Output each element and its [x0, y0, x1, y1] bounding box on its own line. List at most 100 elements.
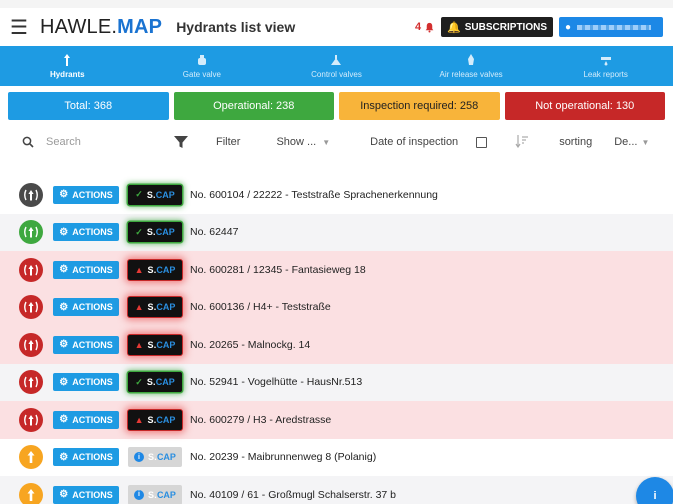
- hydrant-status-icon: [19, 407, 43, 432]
- hydrant-title: No. 52941 - Vogelhütte - HausNr.513: [190, 376, 363, 389]
- scap-status-badge[interactable]: ▲ S.CAP: [128, 297, 182, 318]
- scap-label: S.CAP: [148, 415, 176, 425]
- hydrant-icon: [64, 54, 71, 66]
- chevron-down-icon: ▼: [322, 137, 331, 147]
- gear-icon: ⚙: [59, 376, 69, 388]
- scap-label-suffix: CAP: [155, 377, 175, 388]
- tab-label: Gate valve: [182, 70, 222, 79]
- tab-air-release-valves[interactable]: Air release valves: [404, 46, 539, 86]
- actions-label: ACTIONS: [72, 489, 113, 500]
- gear-icon: ⚙: [59, 339, 69, 351]
- hydrant-status-icon: [19, 295, 43, 320]
- scap-label-suffix: CAP: [156, 264, 176, 275]
- list-item[interactable]: ⚙ ACTIONS ▲ S.CAP No. 600136 / H4+ - Teststr…: [0, 288, 673, 326]
- actions-button[interactable]: ⚙ ACTIONS: [53, 260, 119, 279]
- tab-leak-reports[interactable]: Leak reports: [538, 46, 673, 86]
- status-summary: Total: 368 Operational: 238 Inspection r…: [0, 86, 673, 120]
- scap-label-suffix: CAP: [155, 227, 175, 238]
- list-item[interactable]: ⚙ ACTIONS ✓ S.CAP No. 600104 / 22222 - Tests…: [0, 176, 673, 214]
- tab-label: Hydrants: [49, 70, 85, 79]
- subscriptions-button[interactable]: 🔔 SUBSCRIPTIONS: [441, 17, 553, 37]
- stat-total[interactable]: Total: 368: [8, 92, 169, 120]
- hydrant-title: No. 600281 / 12345 - Fantasieweg 18: [190, 263, 366, 276]
- scap-status-badge[interactable]: ▲ S.CAP: [128, 409, 182, 430]
- scap-label-prefix: S.: [148, 489, 157, 500]
- list-item[interactable]: ⚙ ACTIONS ✓ S.CAP No. 52941 - Vogelhütte - H…: [0, 363, 673, 401]
- sort-order-icon[interactable]: [515, 134, 529, 151]
- actions-button[interactable]: ⚙ ACTIONS: [53, 410, 119, 429]
- filter-label: Filter: [216, 136, 241, 148]
- check-icon: ✓: [135, 376, 143, 387]
- date-of-inspection-label: Date of inspection: [370, 136, 459, 148]
- actions-button[interactable]: ⚙ ACTIONS: [53, 485, 119, 504]
- scap-status-badge[interactable]: ▲ S.CAP: [128, 334, 182, 355]
- check-icon: ✓: [135, 189, 143, 200]
- tab-control-valves[interactable]: Control valves: [269, 46, 404, 86]
- header-actions: 4 🔔 SUBSCRIPTIONS ●: [415, 17, 663, 37]
- list-item[interactable]: ⚙ ACTIONS ▲ S.CAP No. 20265 - Malnockg. 14: [0, 326, 673, 364]
- actions-button[interactable]: ⚙ ACTIONS: [53, 223, 119, 242]
- actions-label: ACTIONS: [72, 377, 113, 388]
- info-button[interactable]: i: [636, 477, 673, 504]
- scap-label-suffix: CAP: [156, 339, 176, 350]
- search-input[interactable]: [46, 136, 136, 148]
- hydrant-title: No. 20239 - Maibrunnenweg 8 (Polanig): [190, 451, 377, 464]
- notifications-button[interactable]: 4: [415, 21, 435, 33]
- filter-button[interactable]: Filter: [174, 135, 240, 149]
- sort-direction-select[interactable]: De... ▼: [614, 136, 649, 148]
- actions-button[interactable]: ⚙ ACTIONS: [53, 185, 119, 204]
- brand-part2: MAP: [117, 15, 163, 38]
- user-icon: ●: [565, 21, 572, 33]
- gear-icon: ⚙: [59, 301, 69, 313]
- scap-status-badge[interactable]: ✓ S.CAP: [128, 222, 182, 243]
- sort-direction-value: De...: [614, 136, 638, 148]
- asset-type-tabs: Hydrants Gate valve Control valves Air r…: [0, 46, 673, 86]
- hydrant-list: ⚙ ACTIONS ✓ S.CAP No. 600104 / 22222 - Tests…: [0, 176, 673, 504]
- tab-gate-valve[interactable]: Gate valve: [135, 46, 270, 86]
- hydrant-title: No. 600136 / H4+ - Teststraße: [190, 301, 331, 314]
- tab-label: Control valves: [311, 70, 362, 79]
- actions-label: ACTIONS: [72, 339, 113, 350]
- actions-button[interactable]: ⚙ ACTIONS: [53, 448, 119, 467]
- gear-icon: ⚙: [59, 489, 69, 501]
- actions-label: ACTIONS: [72, 302, 113, 313]
- user-menu-button[interactable]: ●: [559, 17, 663, 37]
- bell-icon: [425, 22, 434, 33]
- page-title: Hydrants list view: [176, 19, 296, 35]
- subscriptions-label: SUBSCRIPTIONS: [464, 21, 547, 33]
- gear-icon: ⚙: [59, 189, 69, 201]
- brand-logo[interactable]: HAWLE.MAP: [40, 16, 162, 39]
- check-icon: ✓: [135, 226, 143, 237]
- actions-button[interactable]: ⚙ ACTIONS: [53, 298, 119, 317]
- scap-status-badge[interactable]: ✓ S.CAP: [128, 184, 182, 205]
- actions-button[interactable]: ⚙ ACTIONS: [53, 373, 119, 392]
- list-item[interactable]: ⚙ ACTIONS i S.CAP No. 40109 / 61 - Großmugl …: [0, 476, 673, 504]
- scap-status-badge[interactable]: ▲ S.CAP: [128, 259, 182, 280]
- list-item[interactable]: ⚙ ACTIONS ▲ S.CAP No. 600281 / 12345 - Fanta…: [0, 251, 673, 289]
- list-item[interactable]: ⚙ ACTIONS ▲ S.CAP No. 600279 / H3 - Aredstra…: [0, 401, 673, 439]
- scap-label-prefix: S.: [146, 227, 156, 238]
- show-select[interactable]: Show ... ▼: [276, 136, 330, 148]
- scap-status-badge[interactable]: i S.CAP: [128, 484, 182, 504]
- user-name-redacted: [577, 24, 652, 30]
- info-icon: i: [134, 489, 145, 500]
- date-of-inspection-checkbox[interactable]: [476, 136, 488, 148]
- stat-operational[interactable]: Operational: 238: [173, 92, 334, 120]
- tab-hydrants[interactable]: Hydrants: [0, 46, 135, 86]
- actions-button[interactable]: ⚙ ACTIONS: [53, 335, 119, 354]
- air-release-valve-icon: [468, 54, 475, 65]
- scap-label: S.CAP: [147, 227, 175, 237]
- list-item[interactable]: ⚙ ACTIONS ✓ S.CAP No. 62447: [0, 213, 673, 251]
- scap-status-badge[interactable]: ✓ S.CAP: [128, 372, 182, 393]
- alarm-bell-icon: ▲: [134, 339, 144, 350]
- scap-label-prefix: S.: [148, 452, 157, 463]
- stat-not-operational[interactable]: Not operational: 130: [504, 92, 665, 120]
- tab-label: Air release valves: [439, 70, 503, 79]
- list-item[interactable]: ⚙ ACTIONS i S.CAP No. 20239 - Maibrunnenweg …: [0, 438, 673, 476]
- brand-part1: HAWLE.: [40, 15, 118, 38]
- gear-icon: ⚙: [59, 451, 69, 463]
- scap-status-badge[interactable]: i S.CAP: [128, 447, 182, 468]
- menu-icon[interactable]: ☰: [10, 15, 34, 40]
- actions-label: ACTIONS: [72, 227, 113, 238]
- stat-inspection-required[interactable]: Inspection required: 258: [339, 92, 500, 120]
